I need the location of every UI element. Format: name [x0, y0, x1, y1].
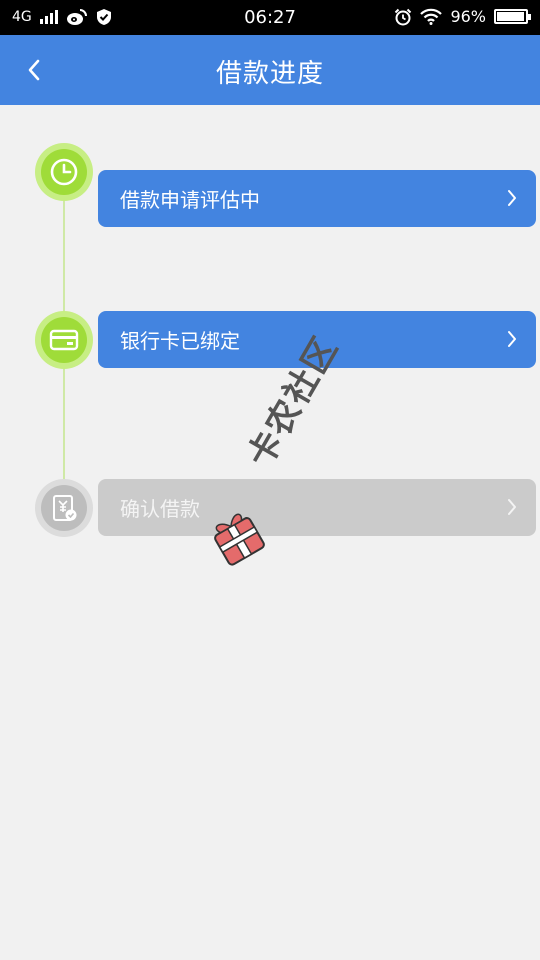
chevron-right-icon — [508, 499, 516, 515]
step-label: 银行卡已绑定 — [120, 329, 240, 353]
timeline-node — [35, 479, 93, 537]
battery-fill — [497, 12, 524, 21]
timeline-connector — [63, 368, 65, 480]
timeline-node — [35, 143, 93, 201]
chevron-right-icon — [508, 331, 516, 347]
timeline-node — [35, 311, 93, 369]
step-label: 确认借款 — [120, 497, 200, 521]
gift-logo-icon — [214, 513, 265, 566]
battery-icon — [494, 9, 531, 24]
watermark: 卡农社区 — [205, 329, 355, 570]
step-label: 借款申请评估中 — [120, 188, 260, 212]
card-icon — [49, 329, 79, 351]
chevron-right-icon — [508, 190, 516, 206]
clock-icon — [50, 158, 78, 186]
confirm-yuan-icon — [53, 495, 77, 521]
status-bar: 4G 06:27 96% — [0, 0, 540, 35]
wifi-icon — [420, 8, 443, 25]
battery-percent: 96% — [450, 7, 486, 26]
step-item[interactable]: 借款申请评估中 — [98, 170, 536, 227]
page-title: 借款进度 — [215, 59, 324, 89]
status-right: 96% — [394, 7, 531, 26]
app-header: 借款进度 — [0, 35, 540, 105]
timeline-connector — [63, 200, 65, 312]
alarm-icon — [395, 8, 412, 25]
